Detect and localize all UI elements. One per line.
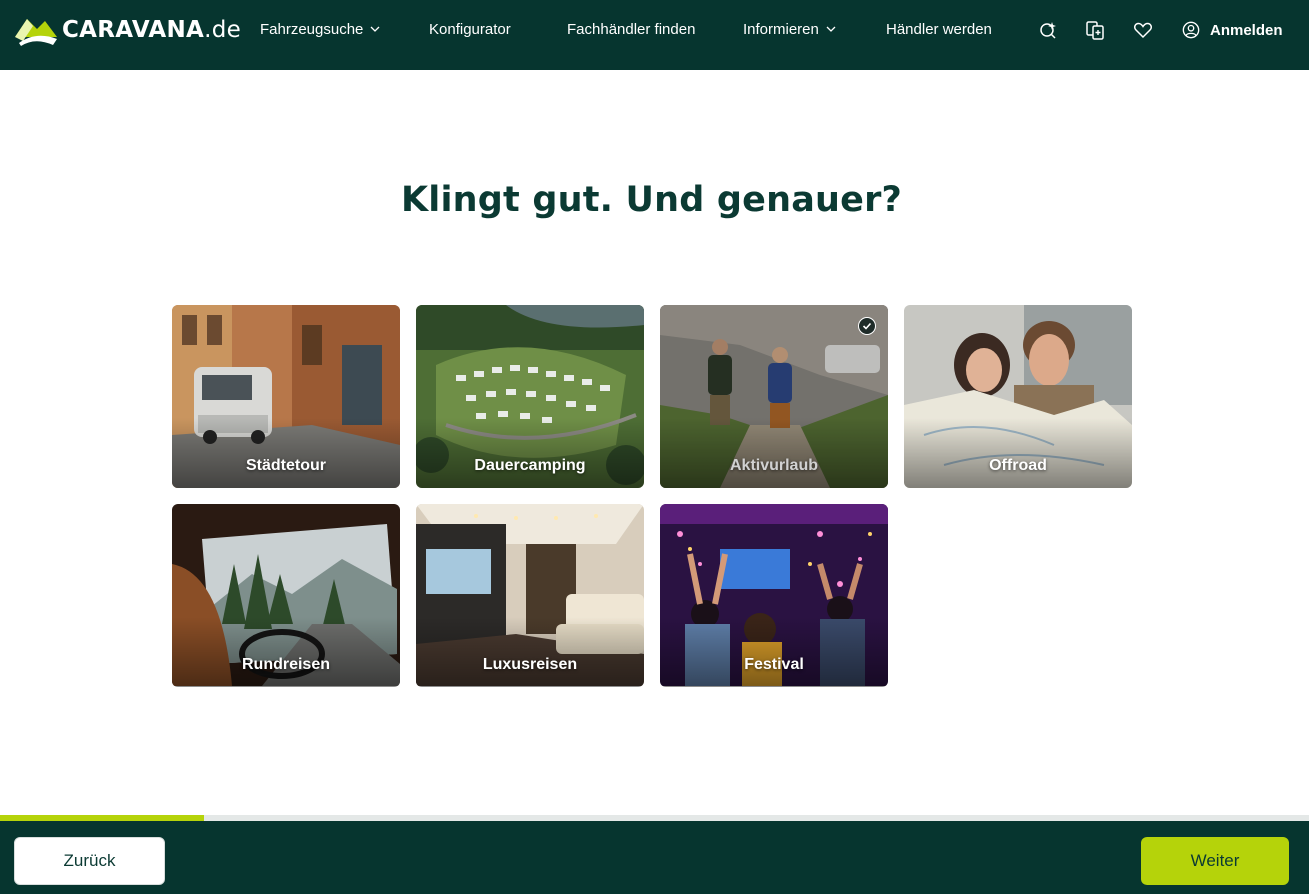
option-card-offroad[interactable]: Offroad: [904, 305, 1132, 488]
nav-informieren[interactable]: Informieren: [743, 19, 836, 39]
option-label: Rundreisen: [241, 656, 330, 673]
sparkle-search-icon[interactable]: [1037, 19, 1059, 41]
chevron-down-icon: [370, 26, 380, 32]
nav-label: Fahrzeugsuche: [260, 20, 364, 38]
top-navigation-bar: CARAVANA.de Fahrzeugsuche Konfigurator F…: [0, 0, 1309, 70]
page-title: Klingt gut. Und genauer?: [400, 180, 903, 220]
chevron-down-icon: [826, 26, 836, 32]
option-card-dauercamping[interactable]: Dauercamping: [416, 305, 644, 488]
option-label: Luxusreisen: [482, 656, 578, 673]
user-icon: [1182, 21, 1200, 39]
option-label: Offroad: [989, 457, 1047, 474]
option-label: Städtetour: [246, 457, 326, 474]
back-button[interactable]: Zurück: [14, 837, 165, 885]
option-card-luxusreisen[interactable]: Luxusreisen: [416, 504, 644, 687]
nav-haendler-werden[interactable]: Händler werden: [886, 19, 992, 39]
option-label: Dauercamping: [474, 457, 586, 474]
nav-label: Fachhändler finden: [567, 20, 696, 38]
next-button[interactable]: Weiter: [1141, 837, 1289, 885]
option-card-aktivurlaub[interactable]: Aktivurlaub: [660, 305, 888, 488]
login-button[interactable]: Anmelden: [1182, 19, 1283, 41]
caravana-logo[interactable]: CARAVANA.de: [13, 13, 241, 47]
option-card-rundreisen[interactable]: Rundreisen: [172, 504, 400, 687]
wizard-footer: Zurück Weiter: [0, 821, 1309, 894]
nav-label: Händler werden: [886, 20, 992, 38]
nav-konfigurator[interactable]: Konfigurator: [429, 19, 511, 39]
selected-check-icon: [858, 317, 876, 335]
compare-icon[interactable]: [1084, 19, 1106, 41]
logo-tld: .de: [204, 17, 242, 43]
nav-label: Informieren: [743, 20, 819, 38]
option-label: Aktivurlaub: [729, 457, 818, 474]
mountain-logo-icon: [15, 19, 57, 46]
nav-label: Konfigurator: [429, 20, 511, 38]
heart-icon[interactable]: [1132, 19, 1154, 41]
option-card-festival[interactable]: Festival: [660, 504, 888, 687]
option-card-staedtetour[interactable]: Städtetour: [172, 305, 400, 488]
logo-text: CARAVANA: [62, 17, 205, 43]
nav-fachhaendler-finden[interactable]: Fachhändler finden: [567, 19, 695, 39]
login-label: Anmelden: [1210, 21, 1283, 39]
nav-fahrzeugsuche[interactable]: Fahrzeugsuche: [260, 19, 380, 39]
option-label: Festival: [744, 656, 804, 673]
